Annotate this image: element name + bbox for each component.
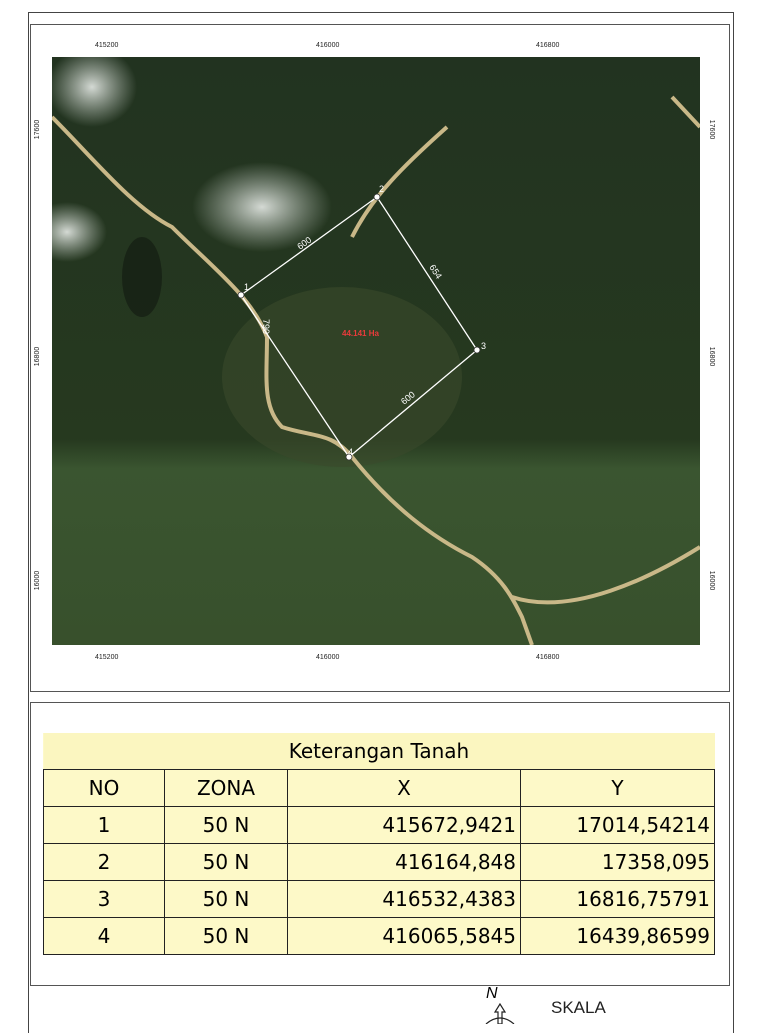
cell-x: 416164,848	[287, 843, 521, 881]
x-tick-bottom: 416000	[316, 654, 340, 661]
vertex-label: 1	[244, 282, 249, 292]
x-tick-top: 416000	[316, 42, 340, 49]
y-tick-left: 16800	[34, 346, 42, 367]
cloud	[192, 162, 332, 252]
scale-label: SKALA	[551, 998, 606, 1017]
vertex-label: 4	[348, 447, 353, 457]
x-tick-bottom: 416800	[536, 654, 560, 661]
header-y: Y	[520, 769, 715, 807]
y-tick-right: 16000	[708, 570, 716, 591]
header-zona: ZONA	[164, 769, 288, 807]
y-tick-left: 17600	[34, 119, 42, 140]
header-x: X	[287, 769, 521, 807]
cell-y: 16816,75791	[520, 880, 715, 918]
table-row: 4 50 N 416065,5845 16439,86599	[43, 917, 715, 955]
vertex-label: 3	[481, 341, 486, 351]
cell-zona: 50 N	[164, 917, 288, 955]
north-arrow-icon	[485, 1002, 515, 1024]
cell-zona: 50 N	[164, 806, 288, 844]
cell-y: 17358,095	[520, 843, 715, 881]
area-label: 44.141 Ha	[342, 329, 379, 338]
y-tick-right: 17600	[708, 119, 716, 140]
x-tick-top: 416800	[536, 42, 560, 49]
cell-no: 2	[43, 843, 165, 881]
y-tick-left: 16000	[34, 570, 42, 591]
cell-x: 416065,5845	[287, 917, 521, 955]
cell-x: 415672,9421	[287, 806, 521, 844]
coordinate-table: Keterangan Tanah NO ZONA X Y 1 50 N 415672…	[43, 733, 715, 955]
cell-no: 3	[43, 880, 165, 918]
satellite-map: 1 2 3 4 600 654 600 790 44.141 Ha	[52, 57, 700, 645]
cloud-shadow	[122, 237, 162, 317]
y-tick-right: 16800	[708, 346, 716, 367]
cell-zona: 50 N	[164, 843, 288, 881]
x-tick-top: 415200	[95, 42, 119, 49]
cell-y: 16439,86599	[520, 917, 715, 955]
table-row: 2 50 N 416164,848 17358,095	[43, 843, 715, 881]
table-title: Keterangan Tanah	[43, 733, 715, 770]
vertex-marker	[237, 291, 245, 299]
cleared-land	[222, 287, 462, 467]
table-row: 3 50 N 416532,4383 16816,75791	[43, 880, 715, 918]
edge-label: 790	[261, 319, 271, 334]
cell-zona: 50 N	[164, 880, 288, 918]
north-label: N	[486, 985, 498, 1002]
cell-x: 416532,4383	[287, 880, 521, 918]
vertex-label: 2	[379, 184, 384, 194]
vertex-marker	[473, 346, 481, 354]
x-tick-bottom: 415200	[95, 654, 119, 661]
cell-no: 4	[43, 917, 165, 955]
cell-y: 17014,54214	[520, 806, 715, 844]
cell-no: 1	[43, 806, 165, 844]
table-header: NO ZONA X Y	[43, 769, 715, 807]
header-no: NO	[43, 769, 165, 807]
table-row: 1 50 N 415672,9421 17014,54214	[43, 806, 715, 844]
vertex-marker	[373, 193, 381, 201]
